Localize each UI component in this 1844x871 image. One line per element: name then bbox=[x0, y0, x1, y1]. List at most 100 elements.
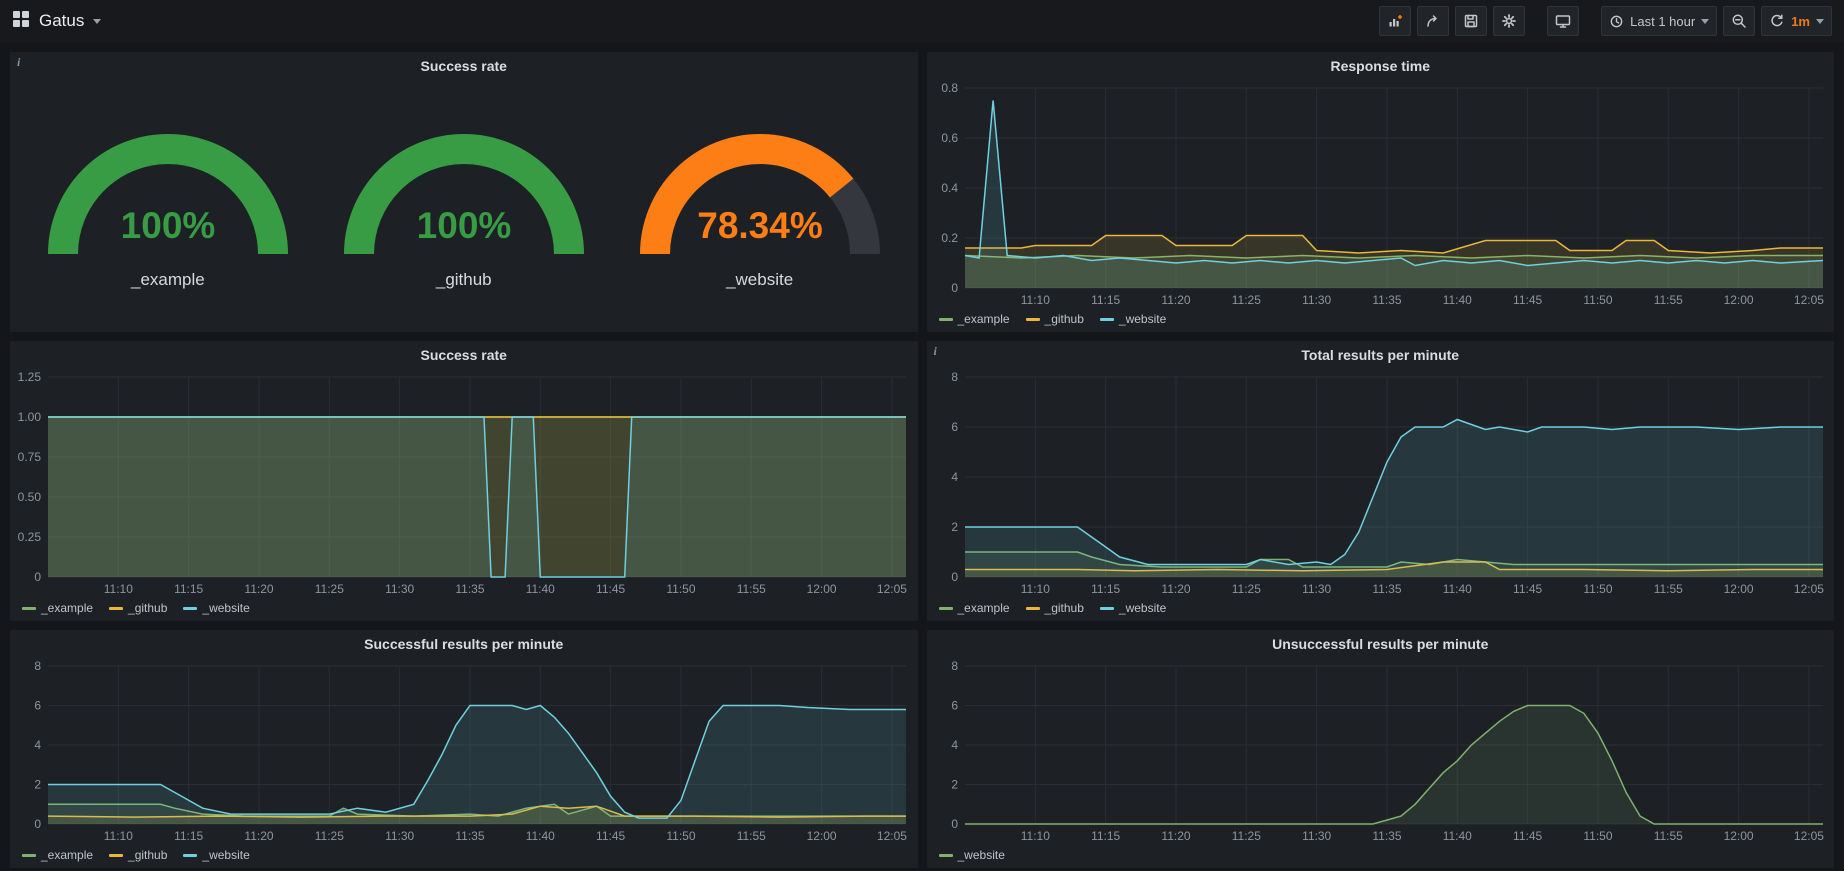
panel-title[interactable]: Success rate bbox=[421, 58, 507, 74]
share-button[interactable] bbox=[1417, 6, 1449, 36]
panel-header: i Total results per minute bbox=[927, 341, 1835, 369]
gauge-_github: 100% _github bbox=[326, 116, 602, 290]
svg-text:2: 2 bbox=[34, 778, 41, 792]
panel-success-rate-timeseries: Success rate 00.250.500.751.001.2511:101… bbox=[10, 341, 918, 621]
panel-title[interactable]: Response time bbox=[1330, 58, 1430, 74]
gauge-row: 100% _example 100% _github 78.34% _websi… bbox=[10, 80, 918, 332]
panel-title[interactable]: Success rate bbox=[421, 347, 507, 363]
response-time-chart[interactable]: 00.20.40.60.811:1011:1511:2011:2511:3011… bbox=[927, 80, 1835, 310]
svg-text:11:40: 11:40 bbox=[526, 582, 555, 596]
legend-item-_example[interactable]: _example bbox=[22, 848, 93, 862]
legend-item-_github[interactable]: _github bbox=[1026, 601, 1084, 615]
panel-header: i Success rate bbox=[10, 52, 918, 80]
dashboard-title[interactable]: Gatus bbox=[39, 11, 84, 31]
legend-item-_website[interactable]: _website bbox=[183, 601, 249, 615]
legend-item-_github[interactable]: _github bbox=[1026, 312, 1084, 326]
panel-info-icon[interactable]: i bbox=[934, 344, 937, 359]
svg-text:11:45: 11:45 bbox=[1513, 293, 1542, 307]
svg-text:11:30: 11:30 bbox=[1302, 829, 1331, 843]
svg-text:11:50: 11:50 bbox=[1583, 293, 1612, 307]
svg-text:12:05: 12:05 bbox=[1793, 829, 1823, 843]
svg-text:11:45: 11:45 bbox=[596, 829, 625, 843]
unsuccessful-results-chart[interactable]: 0246811:1011:1511:2011:2511:3011:3511:40… bbox=[927, 658, 1835, 846]
legend-item-_example[interactable]: _example bbox=[939, 312, 1010, 326]
legend-label: _website bbox=[958, 848, 1005, 862]
svg-text:8: 8 bbox=[951, 370, 958, 384]
add-panel-button[interactable] bbox=[1379, 6, 1411, 36]
svg-text:12:05: 12:05 bbox=[1793, 293, 1823, 307]
svg-text:11:10: 11:10 bbox=[104, 829, 133, 843]
svg-text:12:05: 12:05 bbox=[877, 582, 907, 596]
svg-text:11:15: 11:15 bbox=[1091, 582, 1120, 596]
svg-text:11:15: 11:15 bbox=[1091, 293, 1120, 307]
zoom-out-button[interactable] bbox=[1723, 6, 1755, 36]
legend-swatch bbox=[1100, 607, 1114, 610]
successful-results-chart[interactable]: 0246811:1011:1511:2011:2511:3011:3511:40… bbox=[10, 658, 918, 846]
legend-item-_github[interactable]: _github bbox=[109, 848, 167, 862]
svg-text:11:35: 11:35 bbox=[1372, 293, 1401, 307]
svg-text:11:45: 11:45 bbox=[596, 582, 625, 596]
add-panel-icon bbox=[1387, 13, 1403, 29]
time-range-picker[interactable]: Last 1 hour bbox=[1601, 6, 1717, 36]
refresh-button[interactable]: 1m bbox=[1761, 6, 1832, 36]
legend-item-_example[interactable]: _example bbox=[22, 601, 93, 615]
panel-header: Unsuccessful results per minute bbox=[927, 630, 1835, 658]
success-rate-chart[interactable]: 00.250.500.751.001.2511:1011:1511:2011:2… bbox=[10, 369, 918, 599]
refresh-icon bbox=[1769, 13, 1785, 29]
legend-item-_website[interactable]: _website bbox=[939, 848, 1005, 862]
svg-text:11:55: 11:55 bbox=[737, 582, 766, 596]
chart-legend: _example _github _website bbox=[10, 846, 918, 868]
svg-text:4: 4 bbox=[951, 470, 958, 484]
apps-grid-icon[interactable] bbox=[12, 10, 30, 33]
svg-text:0.4: 0.4 bbox=[941, 181, 958, 195]
svg-text:0.2: 0.2 bbox=[941, 231, 958, 245]
legend-label: _github bbox=[128, 601, 167, 615]
svg-text:12:05: 12:05 bbox=[877, 829, 907, 843]
svg-text:11:35: 11:35 bbox=[1372, 829, 1401, 843]
gauge-_website: 78.34% _website bbox=[622, 116, 898, 290]
svg-text:2: 2 bbox=[951, 778, 958, 792]
svg-text:11:10: 11:10 bbox=[1020, 293, 1049, 307]
legend-item-_website[interactable]: _website bbox=[1100, 312, 1166, 326]
panel-title[interactable]: Total results per minute bbox=[1301, 347, 1459, 363]
panel-info-icon[interactable]: i bbox=[17, 55, 20, 70]
panel-unsuccessful-results: Unsuccessful results per minute 0246811:… bbox=[927, 630, 1835, 868]
svg-text:0: 0 bbox=[34, 817, 41, 831]
refresh-interval-label: 1m bbox=[1791, 14, 1810, 29]
legend-item-_example[interactable]: _example bbox=[939, 601, 1010, 615]
panel-header: Success rate bbox=[10, 341, 918, 369]
panel-title[interactable]: Successful results per minute bbox=[364, 636, 563, 652]
svg-text:6: 6 bbox=[34, 699, 41, 713]
total-results-chart[interactable]: 0246811:1011:1511:2011:2511:3011:3511:40… bbox=[927, 369, 1835, 599]
svg-text:11:45: 11:45 bbox=[1513, 829, 1542, 843]
svg-text:12:00: 12:00 bbox=[1723, 829, 1753, 843]
dashboard-title-caret-icon[interactable] bbox=[93, 19, 101, 24]
svg-text:11:55: 11:55 bbox=[737, 829, 766, 843]
panel-total-results: i Total results per minute 0246811:1011:… bbox=[927, 341, 1835, 621]
legend-item-_website[interactable]: _website bbox=[1100, 601, 1166, 615]
svg-text:2: 2 bbox=[951, 520, 958, 534]
cycle-view-button[interactable] bbox=[1547, 6, 1579, 36]
dashboard-grid: i Success rate 100% _example 100% _githu… bbox=[0, 42, 1844, 868]
svg-text:11:20: 11:20 bbox=[1161, 293, 1190, 307]
settings-button[interactable] bbox=[1493, 6, 1525, 36]
legend-item-_github[interactable]: _github bbox=[109, 601, 167, 615]
svg-text:11:50: 11:50 bbox=[666, 829, 695, 843]
svg-text:11:10: 11:10 bbox=[1020, 582, 1049, 596]
monitor-icon bbox=[1555, 13, 1571, 29]
legend-label: _example bbox=[41, 848, 93, 862]
svg-text:12:00: 12:00 bbox=[1723, 293, 1753, 307]
svg-text:0.50: 0.50 bbox=[18, 490, 42, 504]
legend-item-_website[interactable]: _website bbox=[183, 848, 249, 862]
panel-header: Response time bbox=[927, 52, 1835, 80]
legend-label: _website bbox=[202, 848, 249, 862]
svg-text:11:20: 11:20 bbox=[244, 582, 273, 596]
svg-text:8: 8 bbox=[34, 659, 41, 673]
svg-text:1.00: 1.00 bbox=[18, 410, 42, 424]
svg-text:11:50: 11:50 bbox=[1583, 829, 1612, 843]
panel-title[interactable]: Unsuccessful results per minute bbox=[1272, 636, 1488, 652]
svg-text:4: 4 bbox=[34, 738, 41, 752]
gauge-label: _website bbox=[726, 270, 793, 290]
legend-label: _github bbox=[1045, 601, 1084, 615]
save-button[interactable] bbox=[1455, 6, 1487, 36]
